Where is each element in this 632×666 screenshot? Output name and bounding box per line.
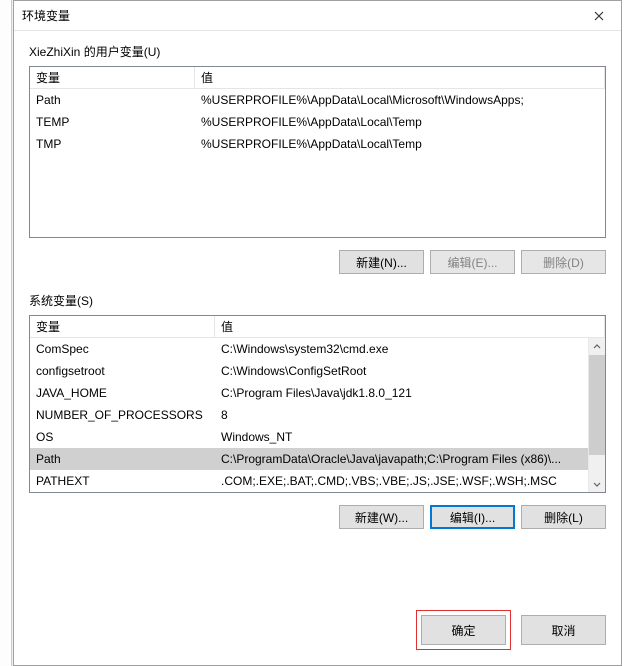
- list-row[interactable]: Path C:\ProgramData\Oracle\Java\javapath…: [30, 448, 605, 470]
- list-row[interactable]: TEMP %USERPROFILE%\AppData\Local\Temp: [30, 111, 605, 133]
- system-vars-button-row: 新建(W)... 编辑(I)... 删除(L): [29, 505, 606, 529]
- env-vars-dialog: 环境变量 http://blog.csdn.net/lihua5419 XieZ…: [13, 0, 622, 666]
- system-vars-label: 系统变量(S): [29, 292, 606, 309]
- list-row[interactable]: TMP %USERPROFILE%\AppData\Local\Temp: [30, 133, 605, 155]
- list-row[interactable]: configsetroot C:\Windows\ConfigSetRoot: [30, 360, 605, 382]
- list-row[interactable]: ComSpec C:\Windows\system32\cmd.exe: [30, 338, 605, 360]
- list-row[interactable]: Path %USERPROFILE%\AppData\Local\Microso…: [30, 89, 605, 111]
- cancel-button[interactable]: 取消: [521, 615, 606, 645]
- user-new-button[interactable]: 新建(N)...: [339, 250, 424, 274]
- user-header-value[interactable]: 值: [195, 67, 605, 88]
- cell-variable: Path: [30, 93, 195, 107]
- cell-variable: NUMBER_OF_PROCESSORS: [30, 408, 215, 422]
- titlebar: 环境变量: [14, 1, 621, 31]
- cell-variable: TEMP: [30, 115, 195, 129]
- dialog-body: http://blog.csdn.net/lihua5419 XieZhiXin…: [14, 31, 621, 600]
- user-vars-header: 变量 值: [30, 67, 605, 89]
- cell-variable: PATHEXT: [30, 474, 215, 488]
- system-edit-button[interactable]: 编辑(I)...: [430, 505, 515, 529]
- chevron-up-icon: [593, 343, 601, 351]
- ok-button[interactable]: 确定: [421, 615, 506, 645]
- window-title: 环境变量: [22, 7, 577, 24]
- system-header-variable[interactable]: 变量: [30, 316, 215, 337]
- dialog-button-row: 确定 取消: [14, 600, 621, 665]
- cell-value: C:\Windows\system32\cmd.exe: [215, 342, 605, 356]
- cell-variable: Path: [30, 452, 215, 466]
- system-vars-scrollbar[interactable]: [588, 338, 605, 492]
- system-header-value[interactable]: 值: [215, 316, 605, 337]
- system-vars-listbox[interactable]: 变量 值 ComSpec C:\Windows\system32\cmd.exe…: [29, 315, 606, 493]
- user-vars-listbox[interactable]: 变量 值 Path %USERPROFILE%\AppData\Local\Mi…: [29, 66, 606, 238]
- system-new-button[interactable]: 新建(W)...: [339, 505, 424, 529]
- cell-value: C:\Program Files\Java\jdk1.8.0_121: [215, 386, 605, 400]
- list-row[interactable]: PATHEXT .COM;.EXE;.BAT;.CMD;.VBS;.VBE;.J…: [30, 470, 605, 492]
- cell-value: %USERPROFILE%\AppData\Local\Microsoft\Wi…: [195, 93, 605, 107]
- scroll-up-button[interactable]: [589, 338, 605, 355]
- system-vars-header: 变量 值: [30, 316, 605, 338]
- close-icon: [594, 11, 604, 21]
- scroll-thumb[interactable]: [589, 355, 605, 455]
- cell-value: %USERPROFILE%\AppData\Local\Temp: [195, 115, 605, 129]
- ok-button-highlight: 确定: [416, 610, 511, 650]
- scroll-down-button[interactable]: [589, 475, 605, 492]
- cell-value: Windows_NT: [215, 430, 605, 444]
- cell-value: 8: [215, 408, 605, 422]
- list-row[interactable]: JAVA_HOME C:\Program Files\Java\jdk1.8.0…: [30, 382, 605, 404]
- user-header-variable[interactable]: 变量: [30, 67, 195, 88]
- close-button[interactable]: [577, 2, 621, 30]
- user-vars-button-row: 新建(N)... 编辑(E)... 删除(D): [29, 250, 606, 274]
- cell-variable: configsetroot: [30, 364, 215, 378]
- system-delete-button[interactable]: 删除(L): [521, 505, 606, 529]
- user-delete-button[interactable]: 删除(D): [521, 250, 606, 274]
- cell-variable: JAVA_HOME: [30, 386, 215, 400]
- cell-variable: ComSpec: [30, 342, 215, 356]
- cell-variable: TMP: [30, 137, 195, 151]
- list-row[interactable]: NUMBER_OF_PROCESSORS 8: [30, 404, 605, 426]
- chevron-down-icon: [593, 480, 601, 488]
- background-left-strip: [0, 0, 12, 666]
- user-edit-button[interactable]: 编辑(E)...: [430, 250, 515, 274]
- cell-value: C:\ProgramData\Oracle\Java\javapath;C:\P…: [215, 452, 605, 466]
- cell-value: C:\Windows\ConfigSetRoot: [215, 364, 605, 378]
- cell-variable: OS: [30, 430, 215, 444]
- background-right-strip: [622, 0, 632, 666]
- user-vars-label: XieZhiXin 的用户变量(U): [29, 43, 606, 60]
- cell-value: %USERPROFILE%\AppData\Local\Temp: [195, 137, 605, 151]
- list-row[interactable]: OS Windows_NT: [30, 426, 605, 448]
- cell-value: .COM;.EXE;.BAT;.CMD;.VBS;.VBE;.JS;.JSE;.…: [215, 474, 605, 488]
